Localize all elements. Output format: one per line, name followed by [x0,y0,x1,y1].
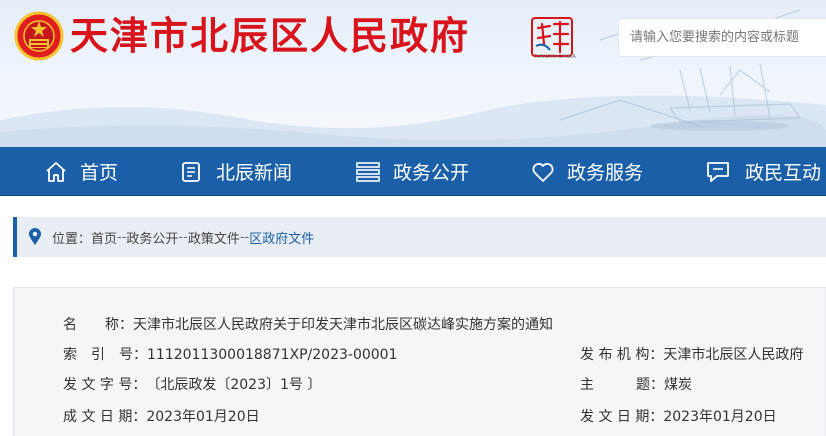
breadcrumb-home[interactable]: 首页 [91,228,117,247]
search-input[interactable]: 请输入您要搜索的内容或标题 [618,18,826,57]
info-row-name: 名 称：天津市北辰区人民政府关于印发天津市北辰区碳达峰实施方案的通知 [63,315,553,335]
nav-item-news[interactable]: 北辰新闻 [180,147,292,196]
doc-no-value: 〔北辰政发〔2023〕1号 〕 [146,377,322,393]
news-icon [182,161,200,182]
info-row-subject: 主 题：煤炭 [580,375,692,395]
location-pin-icon [29,228,41,245]
nav-item-label: 首页 [80,162,119,184]
nav-item-label: 政民互动 [745,162,822,184]
breadcrumb-policy-docs[interactable]: 政策文件 [188,228,240,247]
nav-item-gov-affairs[interactable]: 政务公开 [355,147,469,196]
home-icon [46,161,66,182]
nav-item-label: 政务公开 [393,162,470,184]
breadcrumb-separator: -- [239,229,250,245]
subject-label: 主 题： [580,377,664,393]
name-value: 天津市北辰区人民政府关于印发天津市北辰区碳达峰实施方案的通知 [133,317,553,333]
breadcrumb-prefix: 位置： [52,231,92,247]
info-row-doc-no: 发 文 字 号：〔北辰政发〔2023〕1号 〕 [63,375,321,395]
site-title[interactable]: 天津市北辰区人民政府 [70,10,470,62]
index-label: 索 引 号： [63,347,147,363]
written-date-label: 成 文 日 期： [63,409,147,425]
breadcrumb-current[interactable]: 区政府文件 [249,228,314,247]
issuer-value: 天津市北辰区人民政府 [663,347,804,363]
breadcrumb: 位置： 首页 -- 政务公开 -- 政策文件 -- 区政府文件 [13,217,826,257]
breadcrumb-separator: -- [178,229,188,245]
chat-icon [707,161,729,182]
site-header: 天津市北辰区人民政府 TIANJIN CHINA 请输入您要搜索的内容或标题 [0,0,826,147]
subject-value: 煤炭 [664,377,692,393]
nav-item-label: 北辰新闻 [216,162,293,184]
breadcrumb-gov-affairs[interactable]: 政务公开 [126,228,178,247]
nav-item-home[interactable]: 首页 [44,147,118,196]
main-nav: 首页 北辰新闻 政务公开 政务服务 政民互动 [0,147,826,196]
publish-date-value: 2023年01月20日 [663,409,777,425]
nav-item-interaction[interactable]: 政民互动 [705,147,821,196]
info-row-written-date: 成 文 日 期：2023年01月20日 [63,407,260,427]
info-row-publish-date: 发 文 日 期：2023年01月20日 [580,407,777,427]
list-icon [356,161,380,182]
index-value: 1112011300018871XP/2023-00001 [147,347,398,363]
seal-caption: TIANJIN CHINA [534,54,577,60]
info-row-index: 索 引 号：1112011300018871XP/2023-00001 [63,345,397,365]
nav-item-label: 政务服务 [567,162,644,184]
nav-item-gov-services[interactable]: 政务服务 [531,147,643,196]
issuer-label: 发 布 机 构： [580,347,664,363]
breadcrumb-separator: -- [117,229,127,245]
written-date-value: 2023年01月20日 [146,409,260,425]
doc-no-label: 发 文 字 号： [63,377,147,393]
heart-icon [532,162,554,182]
name-label: 名 称： [63,317,133,333]
national-emblem-icon [14,11,64,61]
document-info-panel: 名 称：天津市北辰区人民政府关于印发天津市北辰区碳达峰实施方案的通知 索 引 号… [13,287,826,436]
info-row-issuer: 发 布 机 构：天津市北辰区人民政府 [580,345,803,365]
publish-date-label: 发 文 日 期： [580,409,664,425]
